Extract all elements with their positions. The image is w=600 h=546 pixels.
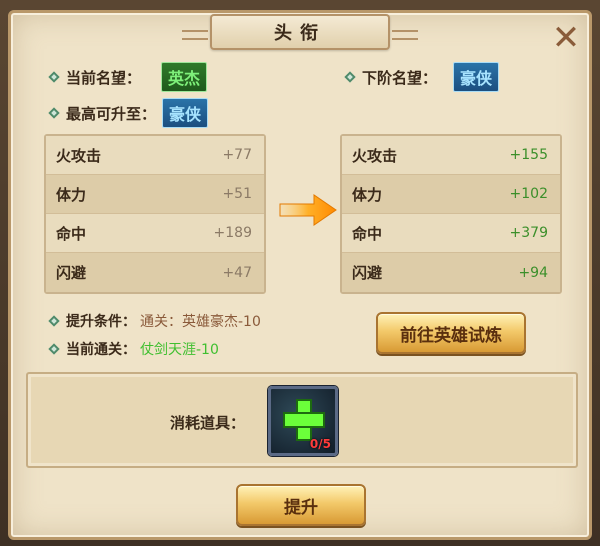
diamond-icon xyxy=(48,343,60,355)
stat-name: 命中 xyxy=(352,224,383,243)
stat-name: 火攻击 xyxy=(352,146,398,165)
diamond-icon xyxy=(48,315,60,327)
max-rank-badge: 豪侠 xyxy=(162,98,209,128)
consume-item-slot[interactable]: 0/5 xyxy=(268,386,338,456)
diamond-icon xyxy=(48,71,60,83)
current-rank-badge: 英杰 xyxy=(161,62,208,92)
stat-row: 闪避 +94 xyxy=(342,253,560,292)
next-rank-badge: 豪侠 xyxy=(453,62,500,92)
stat-name: 体力 xyxy=(56,185,87,204)
stat-row: 闪避 +47 xyxy=(46,253,264,292)
stat-row: 体力 +102 xyxy=(342,175,560,214)
next-rank-label: 下阶名望： xyxy=(362,68,438,87)
plus-icon xyxy=(283,399,325,441)
upgrade-condition-value: 通关：英雄豪杰-10 xyxy=(140,314,261,330)
stat-value: +47 xyxy=(222,264,252,281)
cleared-stage: 当前通关： 仗剑天涯-10 xyxy=(48,339,219,359)
close-button[interactable]: ✕ xyxy=(550,18,582,58)
stat-name: 闪避 xyxy=(352,264,383,282)
stat-name: 火攻击 xyxy=(56,146,102,165)
consume-label: 消耗道具： xyxy=(170,414,246,432)
stat-value: +77 xyxy=(222,147,252,163)
diamond-icon xyxy=(344,71,356,83)
stat-row: 命中 +189 xyxy=(46,214,264,253)
stat-row: 火攻击 +77 xyxy=(46,136,264,175)
upgrade-condition-label: 提升条件： xyxy=(66,314,136,330)
cleared-stage-label: 当前通关： xyxy=(66,342,136,358)
stat-name: 命中 xyxy=(56,224,87,243)
item-count: 0/5 xyxy=(309,437,331,451)
next-stats-table: 火攻击 +155 体力 +102 命中 +379 闪避 +94 xyxy=(340,134,562,294)
stat-value: +155 xyxy=(509,147,548,163)
stat-value: +189 xyxy=(213,225,252,241)
hero-trial-button[interactable]: 前往英雄试炼 xyxy=(376,312,526,354)
diamond-icon xyxy=(48,107,60,119)
stat-value: +379 xyxy=(509,225,548,241)
stat-value: +102 xyxy=(509,186,548,202)
next-rank-line: 下阶名望： 豪侠 xyxy=(344,62,500,92)
arrow-right-icon xyxy=(279,194,337,226)
stat-name: 闪避 xyxy=(56,264,87,282)
upgrade-button[interactable]: 提升 xyxy=(236,484,366,526)
panel-title: 头衔 xyxy=(182,14,418,50)
current-stats-table: 火攻击 +77 体力 +51 命中 +189 闪避 +47 xyxy=(44,134,266,294)
current-rank-line: 当前名望： 英杰 xyxy=(48,62,208,92)
cleared-stage-value: 仗剑天涯-10 xyxy=(140,342,219,358)
max-rank-label: 最高可升至： xyxy=(66,104,157,123)
stat-row: 火攻击 +155 xyxy=(342,136,560,175)
stat-name: 体力 xyxy=(352,185,383,204)
stat-row: 命中 +379 xyxy=(342,214,560,253)
current-rank-label: 当前名望： xyxy=(66,68,142,87)
max-rank-line: 最高可升至： 豪侠 xyxy=(48,98,209,128)
stat-value: +94 xyxy=(518,264,548,281)
stat-value: +51 xyxy=(222,186,252,202)
stat-row: 体力 +51 xyxy=(46,175,264,214)
upgrade-condition: 提升条件： 通关：英雄豪杰-10 xyxy=(48,311,261,331)
close-icon: ✕ xyxy=(551,18,581,58)
